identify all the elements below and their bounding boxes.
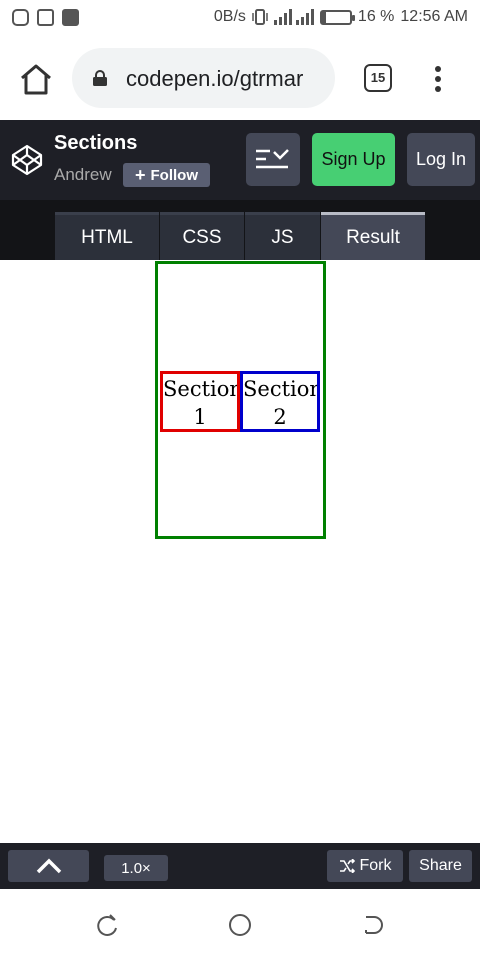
overflow-menu-icon[interactable] — [432, 66, 444, 92]
network-speed: 0B/s — [213, 8, 246, 25]
fork-button[interactable]: Fork — [327, 850, 403, 882]
activity-icon — [62, 9, 79, 26]
codepen-footer: 1.0× Fork Share — [0, 843, 480, 889]
tab-result[interactable]: Result — [321, 212, 425, 260]
address-bar[interactable]: codepen.io/gtrmar — [72, 48, 335, 108]
result-pane: Section 1 Section 2 — [0, 260, 480, 843]
home-circle-icon[interactable] — [227, 912, 253, 938]
browser-toolbar: codepen.io/gtrmar 15 — [0, 36, 480, 120]
clock: 12:56 AM — [400, 8, 468, 25]
home-icon[interactable] — [18, 62, 54, 96]
sign-up-button[interactable]: Sign Up — [312, 133, 395, 186]
layout-icon — [256, 148, 289, 168]
section-2: Section 2 — [240, 371, 320, 432]
codepen-header: Sections Andrew + Follow Sign Up Log In — [0, 120, 480, 200]
plus-icon: + — [134, 165, 146, 185]
fork-icon — [339, 859, 355, 873]
tab-html[interactable]: HTML — [55, 212, 159, 260]
battery-icon — [319, 9, 355, 25]
instagram-icon — [12, 9, 29, 26]
author-name[interactable]: Andrew — [54, 165, 112, 185]
status-bar: 0B/s 16 % 12:56 AM — [0, 0, 480, 36]
section-1: Section 1 — [160, 371, 240, 432]
share-button[interactable]: Share — [409, 850, 472, 882]
back-icon[interactable] — [360, 912, 386, 938]
codepen-logo-icon[interactable] — [10, 143, 44, 177]
chevron-up-icon — [36, 858, 61, 874]
follow-label: Follow — [150, 166, 199, 184]
gallery-icon — [37, 9, 54, 26]
tab-switcher-button[interactable]: 15 — [364, 64, 392, 92]
status-icons-right: 0B/s 16 % 12:56 AM — [214, 8, 468, 26]
lock-icon — [93, 70, 107, 86]
vibrate-icon — [252, 9, 268, 25]
toggle-editor-button[interactable] — [8, 850, 89, 882]
url-text: codepen.io/gtrmar — [126, 66, 304, 91]
fork-label: Fork — [359, 857, 392, 874]
status-icons-left — [12, 9, 79, 26]
signal-icon — [273, 9, 314, 25]
tab-css[interactable]: CSS — [160, 212, 244, 260]
follow-button[interactable]: + Follow — [123, 163, 210, 187]
log-in-button[interactable]: Log In — [407, 133, 475, 186]
section-wrapper: Section 1 Section 2 — [155, 261, 326, 539]
zoom-button[interactable]: 1.0× — [104, 855, 168, 881]
change-view-button[interactable] — [246, 133, 300, 186]
recent-apps-icon[interactable] — [94, 912, 120, 938]
battery-percent: 16 % — [357, 8, 395, 25]
tab-js[interactable]: JS — [245, 212, 320, 260]
pen-title: Sections — [54, 132, 138, 154]
system-navigation-bar — [0, 889, 480, 960]
editor-tab-bar: HTML CSS JS Result — [0, 200, 480, 260]
